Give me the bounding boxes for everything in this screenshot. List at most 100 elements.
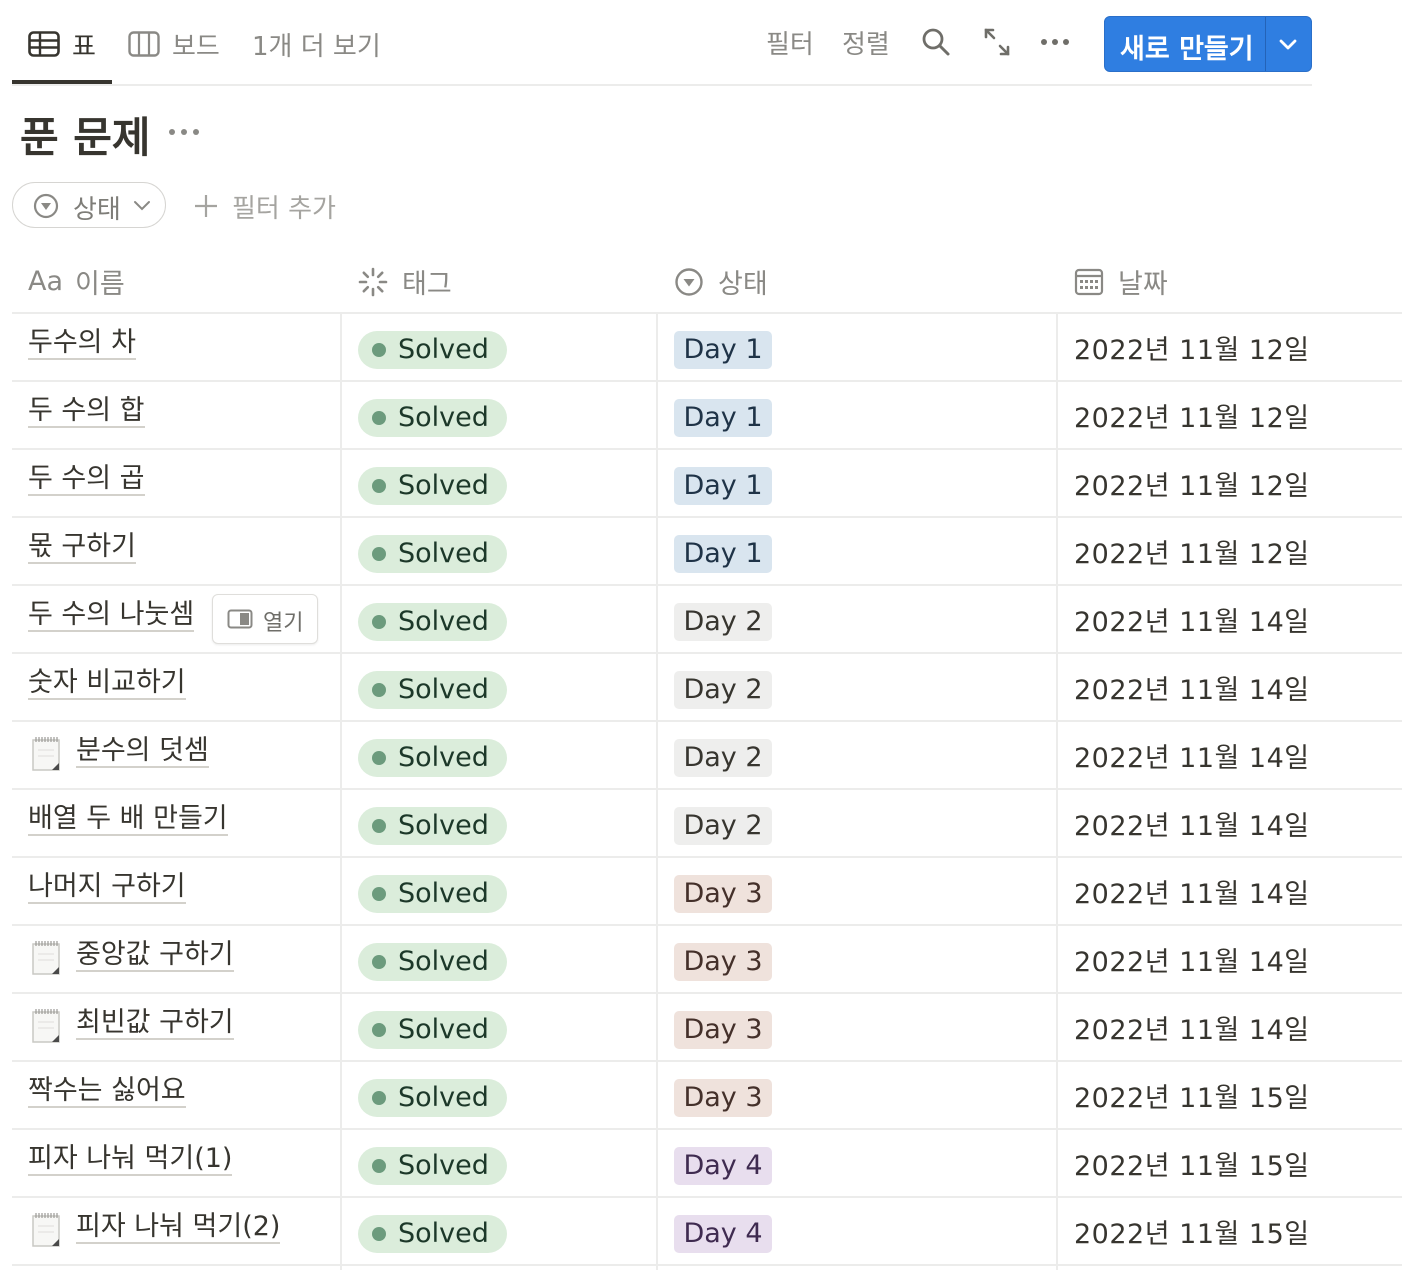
- table-row[interactable]: 두 수의 나눗셈 열기 Solved Day 2 2022년 11월 14일: [12, 586, 1402, 654]
- row-date[interactable]: 2022년 11월 14일: [1074, 668, 1310, 707]
- row-date[interactable]: 2022년 11월 14일: [1074, 804, 1310, 843]
- row-date[interactable]: 2022년 11월 14일: [1074, 736, 1310, 775]
- status-badge[interactable]: Day 4: [674, 1147, 772, 1185]
- tag-badge[interactable]: Solved: [358, 875, 507, 913]
- table-row[interactable]: 두 수의 곱 Solved Day 1 2022년 11월 12일: [12, 450, 1402, 518]
- tab-board[interactable]: 보드: [128, 22, 220, 66]
- row-date[interactable]: 2022년 11월 12일: [1074, 532, 1310, 571]
- row-name-link[interactable]: 중앙값 구하기: [76, 940, 234, 972]
- tag-badge[interactable]: Solved: [358, 1215, 507, 1253]
- tag-label: Solved: [398, 402, 489, 433]
- table-row[interactable]: 숫자 비교하기 Solved Day 2 2022년 11월 14일: [12, 654, 1402, 722]
- table-row[interactable]: 나머지 구하기 Solved Day 3 2022년 11월 14일: [12, 858, 1402, 926]
- row-date[interactable]: 2022년 11월 12일: [1074, 396, 1310, 435]
- tag-dot: [372, 683, 386, 697]
- tag-badge[interactable]: Solved: [358, 671, 507, 709]
- status-badge[interactable]: Day 3: [674, 875, 772, 913]
- status-badge[interactable]: Day 2: [674, 671, 772, 709]
- row-date[interactable]: 2022년 11월 14일: [1074, 1008, 1310, 1047]
- status-badge[interactable]: Day 3: [674, 1011, 772, 1049]
- column-header-tag[interactable]: 태그: [358, 262, 452, 301]
- row-date[interactable]: 2022년 11월 14일: [1074, 940, 1310, 979]
- tag-badge[interactable]: Solved: [358, 535, 507, 573]
- table-row[interactable]: 짝수는 싫어요 Solved Day 3 2022년 11월 15일: [12, 1062, 1402, 1130]
- tag-badge[interactable]: Solved: [358, 807, 507, 845]
- sort-button[interactable]: 정렬: [842, 24, 890, 61]
- tag-badge[interactable]: Solved: [358, 739, 507, 777]
- row-date[interactable]: 2022년 11월 12일: [1074, 328, 1310, 367]
- open-page-button[interactable]: 열기: [212, 594, 318, 644]
- tag-badge[interactable]: Solved: [358, 399, 507, 437]
- tag-dot: [372, 615, 386, 629]
- status-badge[interactable]: Day 3: [674, 943, 772, 981]
- column-header-status[interactable]: 상태: [674, 262, 768, 301]
- column-header-date[interactable]: 날짜: [1074, 262, 1168, 301]
- row-date[interactable]: 2022년 11월 12일: [1074, 464, 1310, 503]
- table-row[interactable]: 최빈값 구하기 Solved Day 3 2022년 11월 14일: [12, 994, 1402, 1062]
- column-header-name[interactable]: Aa 이름: [28, 262, 125, 301]
- tag-label: Solved: [398, 1150, 489, 1181]
- status-badge[interactable]: Day 2: [674, 739, 772, 777]
- tag-dot: [372, 1091, 386, 1105]
- new-button-divider: [1265, 17, 1266, 71]
- row-name-link[interactable]: 숫자 비교하기: [28, 668, 186, 700]
- expand-icon[interactable]: [982, 26, 1012, 58]
- row-name-link[interactable]: 피자 나눠 먹기(2): [76, 1212, 281, 1244]
- status-badge[interactable]: Day 1: [674, 399, 772, 437]
- more-options-icon[interactable]: [1040, 38, 1070, 46]
- chevron-down-icon[interactable]: [1277, 33, 1299, 55]
- table-row[interactable]: 두수의 차 Solved Day 1 2022년 11월 12일: [12, 314, 1402, 382]
- filter-button[interactable]: 필터: [766, 24, 814, 61]
- new-button[interactable]: 새로 만들기: [1104, 16, 1312, 72]
- row-name-link[interactable]: 몫 구하기: [28, 532, 136, 564]
- tag-badge[interactable]: Solved: [358, 603, 507, 641]
- status-filter-chip[interactable]: 상태: [12, 182, 166, 228]
- status-badge[interactable]: Day 3: [674, 1079, 772, 1117]
- status-badge[interactable]: Day 1: [674, 535, 772, 573]
- row-date[interactable]: 2022년 11월 15일: [1074, 1144, 1310, 1183]
- tag-badge[interactable]: Solved: [358, 943, 507, 981]
- table-row[interactable]: 두 수의 합 Solved Day 1 2022년 11월 12일: [12, 382, 1402, 450]
- status-badge[interactable]: Day 1: [674, 331, 772, 369]
- row-date[interactable]: 2022년 11월 14일: [1074, 872, 1310, 911]
- row-date[interactable]: 2022년 11월 14일: [1074, 600, 1310, 639]
- row-name-link[interactable]: 피자 나눠 먹기(1): [28, 1144, 233, 1176]
- tag-badge[interactable]: Solved: [358, 1079, 507, 1117]
- row-name-link[interactable]: 두 수의 곱: [28, 464, 145, 496]
- row-name-link[interactable]: 두수의 차: [28, 328, 136, 360]
- table-row[interactable]: 배열 두 배 만들기 Solved Day 2 2022년 11월 14일: [12, 790, 1402, 858]
- title-more-icon[interactable]: [168, 128, 200, 136]
- row-name-link[interactable]: 두 수의 나눗셈: [28, 600, 195, 632]
- row-name-link[interactable]: 분수의 덧셈: [76, 736, 209, 768]
- page-title[interactable]: 푼 문제: [20, 104, 151, 165]
- status-badge[interactable]: Day 2: [674, 603, 772, 641]
- more-views-button[interactable]: 1개 더 보기: [252, 22, 381, 66]
- row-date[interactable]: 2022년 11월 15일: [1074, 1076, 1310, 1115]
- table-row[interactable]: 피자 나눠 먹기(2) Solved Day 4 2022년 11월 15일: [12, 1198, 1402, 1266]
- tag-dot: [372, 479, 386, 493]
- tab-table[interactable]: 표: [28, 22, 96, 66]
- status-badge[interactable]: Day 2: [674, 807, 772, 845]
- table-row[interactable]: 피자 나눠 먹기(1) Solved Day 4 2022년 11월 15일: [12, 1130, 1402, 1198]
- status-badge[interactable]: Day 1: [674, 467, 772, 505]
- tag-badge[interactable]: Solved: [358, 1011, 507, 1049]
- tag-label: Solved: [398, 674, 489, 705]
- table-row[interactable]: 분수의 덧셈 Solved Day 2 2022년 11월 14일: [12, 722, 1402, 790]
- plus-icon: [195, 195, 217, 217]
- status-badge[interactable]: Day 4: [674, 1215, 772, 1253]
- tag-badge[interactable]: Solved: [358, 331, 507, 369]
- row-name-link[interactable]: 나머지 구하기: [28, 872, 186, 904]
- status-filter-label: 상태: [73, 195, 121, 225]
- view-tab-bar: 표 보드 1개 더 보기 필터 정렬 새로 만들기: [12, 0, 1312, 86]
- row-name-link[interactable]: 배열 두 배 만들기: [28, 804, 228, 836]
- search-icon[interactable]: [920, 26, 952, 58]
- row-name-link[interactable]: 최빈값 구하기: [76, 1008, 234, 1040]
- table-row[interactable]: 몫 구하기 Solved Day 1 2022년 11월 12일: [12, 518, 1402, 586]
- tag-badge[interactable]: Solved: [358, 467, 507, 505]
- row-name-link[interactable]: 짝수는 싫어요: [28, 1076, 186, 1108]
- row-date[interactable]: 2022년 11월 15일: [1074, 1212, 1310, 1251]
- tag-badge[interactable]: Solved: [358, 1147, 507, 1185]
- row-name-link[interactable]: 두 수의 합: [28, 396, 145, 428]
- table-row[interactable]: 중앙값 구하기 Solved Day 3 2022년 11월 14일: [12, 926, 1402, 994]
- tag-dot: [372, 887, 386, 901]
